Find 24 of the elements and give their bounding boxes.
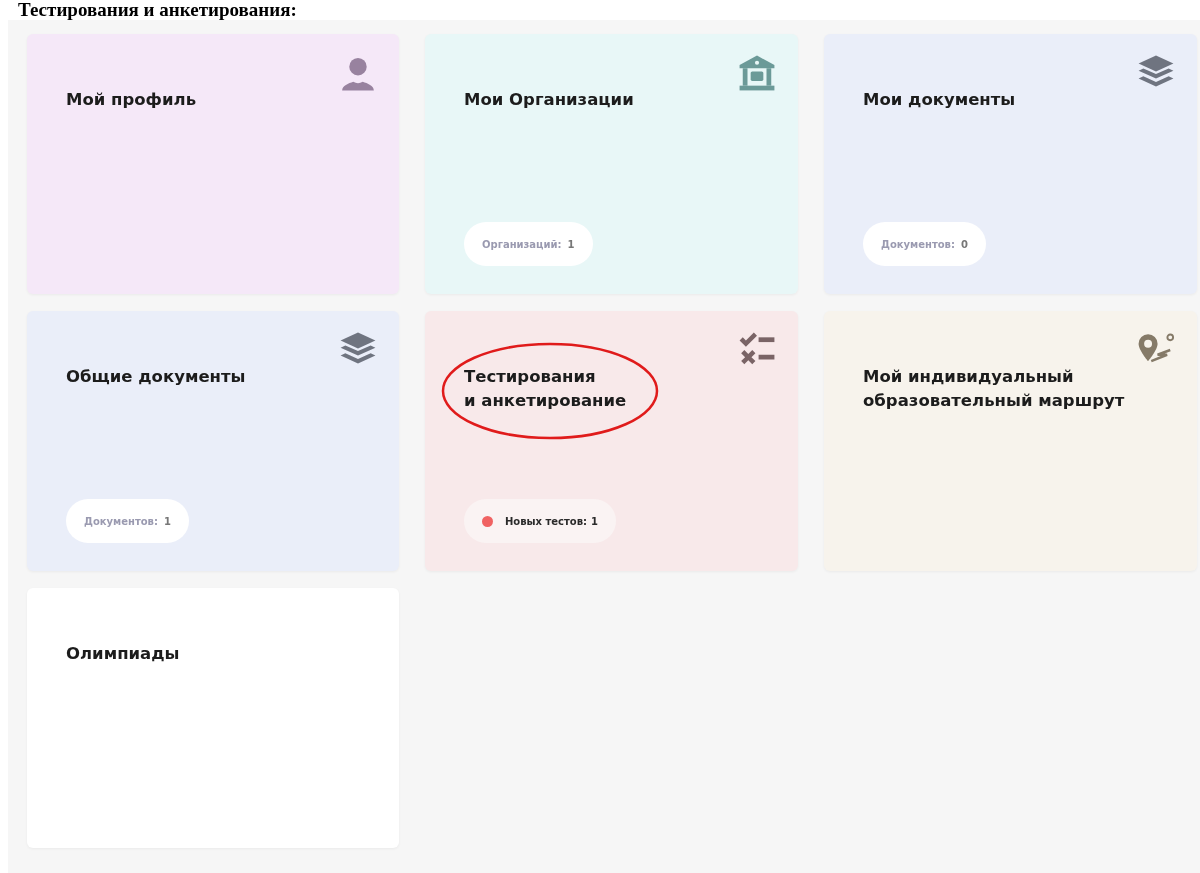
badge-count: 0 — [960, 238, 968, 250]
dashboard-card[interactable]: Тестирования и анкетирование Новых тестов: 1 — [425, 311, 798, 571]
badge-label: Документов: — [84, 515, 158, 527]
dashboard-card[interactable]: Мой индивидуальный образовательный маршрут — [824, 311, 1197, 571]
badge-count: 1 — [567, 238, 575, 250]
card-title: Мой профиль — [66, 89, 197, 111]
dashboard-card[interactable]: Мои документы Документов: 0 — [824, 34, 1197, 294]
page-heading: Тестирования и анкетирования: — [17, 0, 298, 20]
dashboard-card[interactable]: Мой профиль — [27, 34, 399, 294]
card-title: Тестирования и анкетирование — [464, 366, 627, 412]
card-title: Мой индивидуальный образовательный маршрут — [863, 366, 1126, 412]
bank-building-icon — [738, 54, 776, 92]
card-title: Общие документы — [66, 366, 246, 388]
badge-label: Новых тестов: — [505, 515, 588, 527]
dashboard-card[interactable]: Олимпиады — [27, 588, 399, 848]
badge-label: Организаций: — [482, 238, 562, 250]
dashboard-card[interactable]: Мои Организации Организаций: 1 — [425, 34, 798, 294]
badge-count: 1 — [591, 515, 598, 527]
card-title: Олимпиады — [66, 643, 180, 665]
badge-label: Документов: — [881, 238, 955, 250]
dashboard-card[interactable]: Общие документы Документов: 1 — [27, 311, 399, 571]
card-title: Мои Организации — [464, 89, 634, 111]
card-title: Мои документы — [863, 89, 1016, 111]
badge-count: 1 — [163, 515, 171, 527]
